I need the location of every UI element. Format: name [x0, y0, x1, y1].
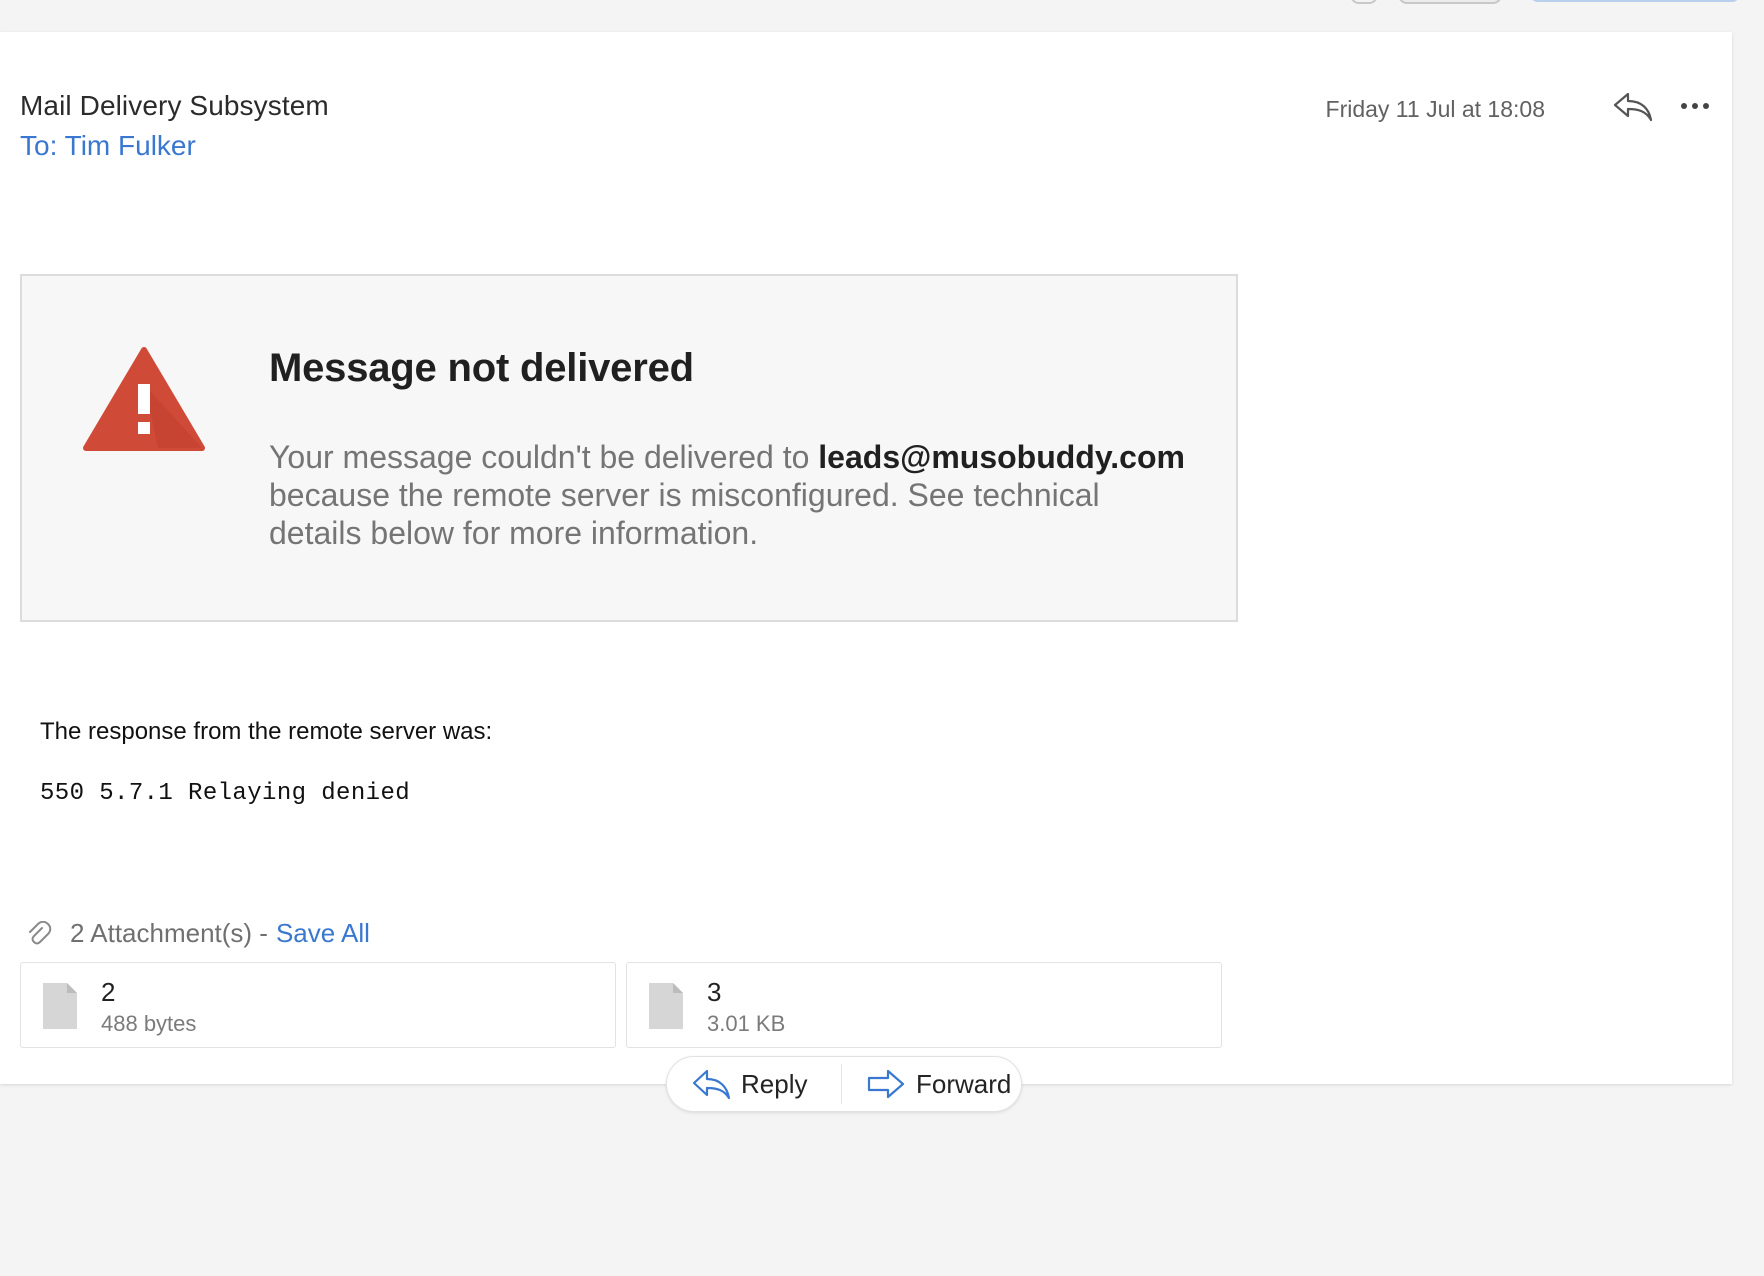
reply-label: Reply: [741, 1068, 808, 1099]
file-icon: [649, 983, 683, 1029]
forward-icon: [867, 1069, 905, 1099]
attachments-count: 2 Attachment(s) -: [70, 918, 268, 948]
toolbar-control[interactable]: [1530, 0, 1740, 2]
paperclip-icon: [29, 920, 52, 944]
file-icon: [43, 983, 77, 1029]
attachment-size: 3.01 KB: [707, 1011, 786, 1036]
message-actions-bar: Reply Forward: [666, 1056, 1022, 1112]
attachment-name: 2: [101, 977, 116, 1007]
forward-label: Forward: [916, 1068, 1012, 1099]
response-code: 550 5.7.1 Relaying denied: [40, 780, 411, 807]
delivery-failure-panel: Message not delivered Your message could…: [20, 274, 1238, 622]
ndr-message: Your message couldn't be delivered to le…: [269, 438, 1199, 552]
attachment-item[interactable]: 2 488 bytes: [20, 962, 616, 1048]
response-label: The response from the remote server was:: [40, 718, 493, 745]
ndr-message-after: because the remote server is misconfigur…: [269, 477, 1100, 551]
top-toolbar-fragment: [1350, 0, 1750, 6]
failed-recipient-address: leads@musobuddy.com: [818, 439, 1185, 475]
reply-icon: [692, 1069, 731, 1100]
attachment-name: 3: [707, 977, 722, 1007]
attachments-header: 2 Attachment(s) - Save All: [26, 918, 370, 949]
message-timestamp: Friday 11 Jul at 18:08: [1325, 96, 1545, 122]
more-options-icon[interactable]: [1678, 94, 1712, 118]
ndr-title: Message not delivered: [269, 346, 694, 390]
save-all-link[interactable]: Save All: [276, 918, 370, 949]
forward-button[interactable]: Forward: [842, 1057, 1011, 1111]
attachment-item[interactable]: 3 3.01 KB: [626, 962, 1222, 1048]
message-card: Mail Delivery Subsystem To: Tim Fulker F…: [0, 32, 1732, 1084]
reply-button[interactable]: Reply: [667, 1057, 841, 1111]
attachment-size: 488 bytes: [101, 1011, 197, 1036]
recipient-line[interactable]: To: Tim Fulker: [20, 130, 196, 162]
ndr-message-before: Your message couldn't be delivered to: [269, 439, 819, 475]
sender-name[interactable]: Mail Delivery Subsystem: [20, 90, 329, 122]
toolbar-control[interactable]: [1398, 0, 1502, 4]
warning-icon: [83, 347, 205, 451]
reply-icon[interactable]: [1612, 90, 1654, 124]
toolbar-control[interactable]: [1350, 0, 1378, 4]
